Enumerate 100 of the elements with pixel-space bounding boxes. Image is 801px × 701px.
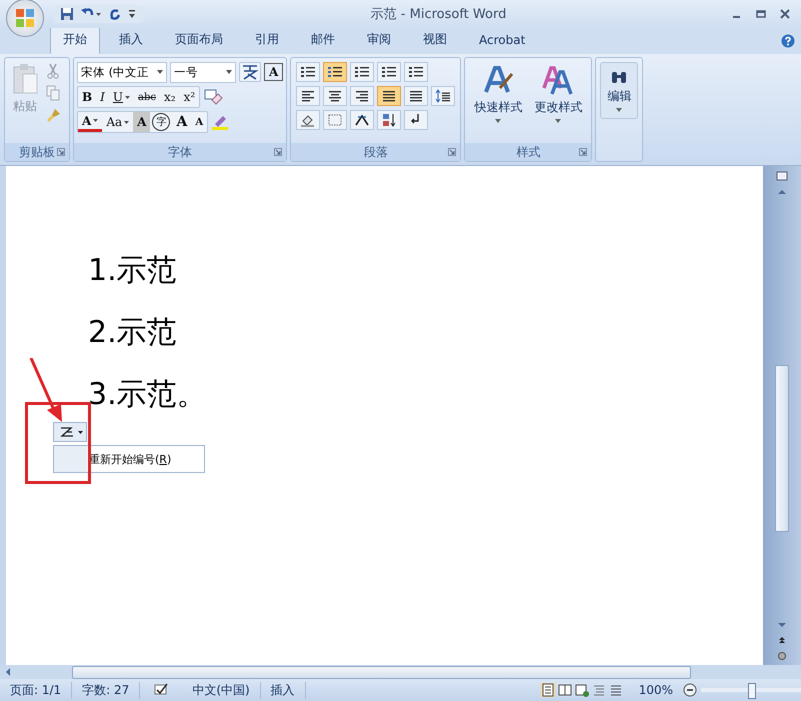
font-format-button[interactable]: I <box>96 87 109 107</box>
ribbon-tab[interactable]: 邮件 <box>298 26 348 54</box>
caret-icon <box>124 120 130 124</box>
maximize-icon[interactable] <box>755 8 767 20</box>
dialog-launcher-icon[interactable] <box>274 148 282 156</box>
align-center-button[interactable] <box>323 86 348 106</box>
shading-icon <box>300 113 316 127</box>
caret-icon <box>616 108 622 112</box>
word-count[interactable]: 字数: 27 <box>72 682 140 698</box>
proofing-icon[interactable] <box>152 683 170 697</box>
asian-layout-button[interactable] <box>350 110 374 130</box>
font-format-button[interactable]: A <box>172 112 192 132</box>
customize-icon[interactable] <box>128 8 136 20</box>
distributed-icon <box>408 89 424 103</box>
close-icon[interactable] <box>779 8 791 20</box>
help-icon[interactable] <box>781 34 795 48</box>
font-format-button[interactable]: U <box>108 87 134 107</box>
group-label: 剪贴板 <box>19 144 55 160</box>
editing-button[interactable]: 编辑 <box>600 62 638 119</box>
justify-icon <box>381 89 398 103</box>
menu-gutter <box>54 446 87 472</box>
ribbon-tab[interactable]: 审阅 <box>354 26 404 54</box>
font-format-button[interactable]: A <box>78 112 102 132</box>
window-title: 示范 - Microsoft Word <box>370 6 508 23</box>
marks-button[interactable] <box>404 110 428 130</box>
font-format-button[interactable]: 字 <box>152 113 170 131</box>
font-format-button[interactable]: A <box>191 112 208 132</box>
save-icon[interactable] <box>60 7 74 21</box>
previous-page-icon[interactable] <box>777 635 787 645</box>
numbering-button[interactable] <box>323 62 348 82</box>
font-size-field[interactable]: 一号 <box>170 62 236 82</box>
print-layout-icon[interactable] <box>540 683 555 697</box>
dialog-launcher-icon[interactable] <box>448 148 456 156</box>
ruler-toggle-icon[interactable] <box>776 170 788 182</box>
scroll-down-icon[interactable] <box>777 621 787 629</box>
group-label: 字体 <box>168 144 192 160</box>
dialog-launcher-icon[interactable] <box>579 148 588 156</box>
double-letter-icon <box>542 64 574 96</box>
zoom-out-icon[interactable] <box>683 683 697 697</box>
multilevel-icon <box>354 65 370 79</box>
font-format-button[interactable]: x² <box>180 87 200 107</box>
font-name-field[interactable]: 宋体 (中文正 <box>77 62 167 82</box>
redo-icon[interactable] <box>108 7 122 21</box>
zoom-slider-thumb[interactable] <box>748 683 756 699</box>
align-right-button[interactable] <box>350 86 374 106</box>
scroll-thumb[interactable] <box>72 666 691 678</box>
browse-object-icon[interactable] <box>777 651 787 661</box>
asian-layout-icon <box>354 113 370 127</box>
scroll-up-icon[interactable] <box>777 188 787 196</box>
ribbon-tab[interactable]: 开始 <box>50 26 100 54</box>
quick-styles-button[interactable]: 快速样式 <box>471 62 526 139</box>
insert-mode[interactable]: 插入 <box>260 682 306 698</box>
office-button[interactable] <box>6 0 44 37</box>
distributed-button[interactable] <box>404 86 428 106</box>
font-format-button[interactable]: A <box>264 63 284 81</box>
justify-button[interactable] <box>377 86 402 106</box>
align-left-button[interactable] <box>296 86 320 106</box>
page-indicator[interactable]: 页面: 1/1 <box>0 682 72 698</box>
line-spacing-button[interactable] <box>431 86 456 106</box>
caret-icon <box>495 119 502 123</box>
ribbon-tab[interactable]: Acrobat <box>466 26 538 54</box>
ribbon-tab[interactable]: 插入 <box>106 26 156 54</box>
borders-icon <box>327 113 344 127</box>
vertical-scrollbar[interactable] <box>763 166 801 665</box>
increase-indent-button[interactable] <box>404 62 428 82</box>
font-format-button[interactable]: Aa <box>102 112 134 132</box>
scroll-thumb[interactable] <box>775 365 789 532</box>
font-format-button[interactable]: abc <box>134 87 160 107</box>
language-indicator[interactable]: 中文(中国) <box>182 682 261 698</box>
font-format-button[interactable]: B <box>78 87 96 107</box>
binoculars-icon <box>610 69 628 85</box>
shading-button[interactable] <box>296 110 320 130</box>
line-spacing-icon <box>435 89 452 103</box>
draft-icon[interactable] <box>608 683 623 697</box>
ribbon-tab[interactable]: 视图 <box>410 26 460 54</box>
autocorrect-options-button[interactable] <box>53 422 87 442</box>
numbered-list-item: 2.示范 <box>88 314 178 352</box>
web-layout-icon[interactable] <box>574 683 589 697</box>
numbered-list-item: 1.示范 <box>88 252 178 290</box>
font-format-button[interactable]: x₂ <box>160 87 180 107</box>
reading-layout-icon[interactable] <box>558 683 572 697</box>
multilevel-button[interactable] <box>350 62 374 82</box>
phonetic-guide-icon[interactable] <box>240 63 260 81</box>
clear-formatting-icon[interactable] <box>203 88 224 106</box>
clipboard-icon <box>11 63 39 95</box>
scroll-left-icon[interactable] <box>4 667 12 677</box>
font-format-button[interactable]: A <box>133 112 150 132</box>
horizontal-scrollbar[interactable] <box>0 665 801 679</box>
borders-button[interactable] <box>323 110 348 130</box>
dialog-launcher-icon[interactable] <box>57 148 65 156</box>
decrease-indent-button[interactable] <box>377 62 402 82</box>
change-styles-button[interactable]: 更改样式 <box>531 62 586 139</box>
outline-icon[interactable] <box>592 683 606 697</box>
ribbon-tab[interactable]: 页面布局 <box>162 26 236 54</box>
zoom-level[interactable]: 100% <box>628 683 683 697</box>
ribbon-tab[interactable]: 引用 <box>242 26 292 54</box>
bullets-button[interactable] <box>296 62 320 82</box>
caret-icon <box>93 119 98 122</box>
align-right-icon <box>354 89 370 103</box>
sort-button[interactable] <box>377 110 402 130</box>
